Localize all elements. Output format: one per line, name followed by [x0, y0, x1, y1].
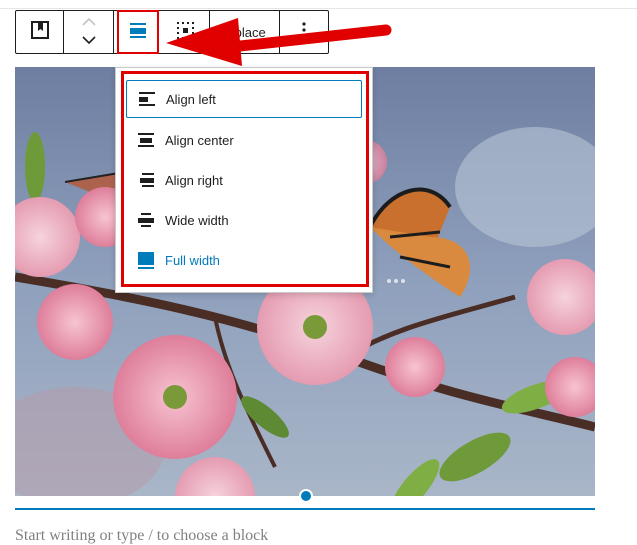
align-left-icon — [135, 87, 159, 111]
chevron-down-icon[interactable] — [81, 32, 97, 50]
bookmark-icon — [30, 20, 49, 44]
chevron-up-icon[interactable] — [81, 14, 97, 32]
align-icon — [128, 20, 148, 45]
menu-item-align-left[interactable]: Align left — [126, 80, 362, 118]
menu-item-wide-width[interactable]: Wide width — [126, 201, 362, 239]
editor-placeholder[interactable]: Start writing or type / to choose a bloc… — [15, 527, 268, 545]
align-center-icon — [134, 128, 158, 152]
annotation-arrow-icon — [166, 18, 392, 66]
menu-item-align-center[interactable]: Align center — [126, 121, 362, 159]
menu-item-align-right[interactable]: Align right — [126, 161, 362, 199]
menu-item-label: Full width — [165, 252, 220, 268]
menu-item-label: Align left — [166, 91, 216, 107]
menu-item-full-width[interactable]: Full width — [126, 241, 362, 279]
resize-handle[interactable] — [299, 489, 313, 503]
align-right-icon — [134, 168, 158, 192]
image-resize-bar — [15, 508, 595, 510]
menu-item-label: Align right — [165, 172, 223, 188]
block-type-button[interactable] — [16, 11, 64, 53]
full-width-icon — [134, 248, 158, 272]
align-button[interactable] — [114, 11, 162, 53]
wide-width-icon — [134, 208, 158, 232]
block-mover — [64, 11, 114, 53]
menu-item-label: Align center — [165, 132, 234, 148]
top-divider — [0, 8, 637, 9]
menu-item-label: Wide width — [165, 212, 229, 228]
